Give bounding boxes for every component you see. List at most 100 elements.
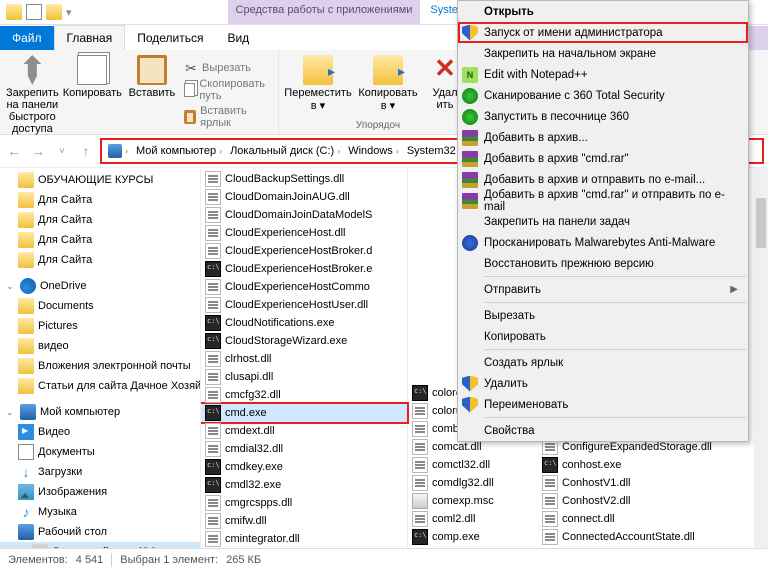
file-item[interactable]: cmgrcspps.dll <box>201 494 407 512</box>
context-menu-item[interactable]: Добавить в архив "cmd.rar" <box>458 148 748 169</box>
copy-path-button[interactable]: Скопировать путь <box>184 77 270 103</box>
tree-item[interactable]: ⌄Мой компьютер <box>0 402 200 422</box>
context-menu-item[interactable]: Копировать <box>458 326 748 347</box>
qat-props-icon[interactable] <box>26 4 42 20</box>
tree-item[interactable]: Изображения <box>0 482 200 502</box>
file-item[interactable]: ConnectedAccountState.dll <box>538 528 768 546</box>
context-menu-item[interactable]: Отправить▶ <box>458 279 748 300</box>
tree-item[interactable]: видео <box>0 336 200 356</box>
tree-item[interactable]: Статьи для сайта Дачное Хозяйство <box>0 376 200 396</box>
copy-button[interactable]: Копировать <box>61 52 124 138</box>
tab-view[interactable]: Вид <box>215 26 261 50</box>
tree-item[interactable]: ⌄OneDrive <box>0 276 200 296</box>
dll-icon <box>542 511 558 527</box>
tree-item[interactable]: Для Сайта <box>0 210 200 230</box>
file-item[interactable]: CloudExperienceHost.dll <box>201 224 407 242</box>
tree-item[interactable]: Pictures <box>0 316 200 336</box>
pin-button[interactable]: Закрепить на панели быстрого доступа <box>4 52 61 138</box>
context-menu-item[interactable]: Добавить в архив и отправить по e-mail..… <box>458 169 748 190</box>
tree-item[interactable]: Для Сайта <box>0 250 200 270</box>
context-menu-item[interactable]: Открыть <box>458 1 748 22</box>
file-item[interactable]: CloudBackupSettings.dll <box>201 170 407 188</box>
context-menu-item[interactable]: Добавить в архив "cmd.rar" и отправить п… <box>458 190 748 211</box>
scrollbar-thumb[interactable] <box>756 198 766 248</box>
file-item[interactable]: CloudExperienceHostBroker.d <box>201 242 407 260</box>
paste-button[interactable]: Вставить <box>124 52 180 138</box>
tree-item[interactable]: Видео <box>0 422 200 442</box>
context-menu-item[interactable]: Создать ярлык <box>458 352 748 373</box>
cut-button[interactable]: ✂Вырезать <box>184 60 270 76</box>
context-menu-item[interactable]: Восстановить прежнюю версию <box>458 253 748 274</box>
nav-tree[interactable]: ОБУЧАЮЩИЕ КУРСЫДля СайтаДля СайтаДля Сай… <box>0 168 201 548</box>
nav-recent-button[interactable]: ˅ <box>52 141 72 161</box>
file-item[interactable]: CloudExperienceHostUser.dll <box>201 296 407 314</box>
file-item[interactable]: CloudNotifications.exe <box>201 314 407 332</box>
move-to-icon <box>303 55 333 85</box>
file-item[interactable]: coml2.dll <box>408 510 538 528</box>
status-selection-label: Выбран 1 элемент: <box>120 554 218 566</box>
file-item[interactable]: ConhostV2.dll <box>538 492 768 510</box>
move-to-button[interactable]: Переместить в ▾ <box>283 52 353 119</box>
scrollbar[interactable] <box>754 168 768 548</box>
context-menu-item[interactable]: Свойства <box>458 420 748 441</box>
file-item[interactable]: cmintegrator.dll <box>201 530 407 548</box>
context-menu-item[interactable]: Добавить в архив... <box>458 127 748 148</box>
tree-item[interactable]: Рабочий стол <box>0 522 200 542</box>
file-item[interactable]: CloudExperienceHostBroker.e <box>201 260 407 278</box>
tree-item[interactable]: Вложения электронной почты <box>0 356 200 376</box>
file-item[interactable]: clusapi.dll <box>201 368 407 386</box>
context-menu[interactable]: ОткрытьЗапуск от имени администратораЗак… <box>457 0 749 442</box>
copy-to-button[interactable]: Копировать в ▾ <box>353 52 423 119</box>
file-item[interactable]: comexp.msc <box>408 492 538 510</box>
file-item[interactable]: connect.dll <box>538 510 768 528</box>
context-menu-item[interactable]: Удалить <box>458 373 748 394</box>
tab-file[interactable]: Файл <box>0 26 54 50</box>
file-item[interactable]: ConhostV1.dll <box>538 474 768 492</box>
context-menu-item[interactable]: Вырезать <box>458 305 748 326</box>
context-menu-item[interactable]: Закрепить на панели задач <box>458 211 748 232</box>
file-item[interactable]: CloudDomainJoinDataModelS <box>201 206 407 224</box>
file-item[interactable]: CloudDomainJoinAUG.dll <box>201 188 407 206</box>
video-icon <box>18 424 34 440</box>
file-item[interactable]: comp.exe <box>408 528 538 546</box>
qat-dropdown-icon[interactable]: ▾ <box>66 6 72 19</box>
context-menu-item[interactable]: Просканировать Malwarebytes Anti-Malware <box>458 232 748 253</box>
tree-item[interactable]: ОБУЧАЮЩИЕ КУРСЫ <box>0 170 200 190</box>
file-item[interactable]: cmcfg32.dll <box>201 386 407 404</box>
paste-shortcut-button[interactable]: Вставить ярлык <box>184 104 270 130</box>
file-item[interactable]: CloudStorageWizard.exe <box>201 332 407 350</box>
context-menu-item[interactable]: Переименовать <box>458 394 748 415</box>
tree-item[interactable]: ♪Музыка <box>0 502 200 522</box>
app-icon <box>412 493 428 509</box>
qat-newfolder-icon[interactable] <box>46 4 62 20</box>
down-icon: ↓ <box>18 464 34 480</box>
tab-home[interactable]: Главная <box>54 25 126 50</box>
nav-up-button[interactable]: ↑ <box>76 141 96 161</box>
file-item[interactable]: cmdext.dll <box>201 422 407 440</box>
rar-icon <box>462 193 478 209</box>
context-menu-item[interactable]: Сканирование с 360 Total Security <box>458 85 748 106</box>
nav-back-button[interactable]: ← <box>4 141 24 161</box>
file-item[interactable]: comdlg32.dll <box>408 474 538 492</box>
context-menu-item[interactable]: Запуск от имени администратора <box>458 22 748 43</box>
file-item[interactable]: cmifw.dll <box>201 512 407 530</box>
file-item[interactable]: clrhost.dll <box>201 350 407 368</box>
file-item[interactable]: conhost.exe <box>538 456 768 474</box>
context-menu-item[interactable]: NEdit with Notepad++ <box>458 64 748 85</box>
tree-item[interactable]: Для Сайта <box>0 190 200 210</box>
file-item[interactable]: cmdial32.dll <box>201 440 407 458</box>
tree-item[interactable]: ↓Загрузки <box>0 462 200 482</box>
context-menu-item[interactable]: Закрепить на начальном экране <box>458 43 748 64</box>
file-item[interactable]: cmdkey.exe <box>201 458 407 476</box>
nav-forward-button[interactable]: → <box>28 141 48 161</box>
context-menu-item[interactable]: Запустить в песочнице 360 <box>458 106 748 127</box>
file-item[interactable]: comctl32.dll <box>408 456 538 474</box>
file-item[interactable]: cmdl32.exe <box>201 476 407 494</box>
tree-item[interactable]: Documents <box>0 296 200 316</box>
tab-share[interactable]: Поделиться <box>125 26 215 50</box>
tree-item[interactable]: Для Сайта <box>0 230 200 250</box>
tree-item[interactable]: ⌄Локальный диск (C:) <box>0 542 200 548</box>
file-item[interactable]: CloudExperienceHostCommo <box>201 278 407 296</box>
file-item[interactable]: cmd.exe <box>201 404 407 422</box>
tree-item[interactable]: Документы <box>0 442 200 462</box>
